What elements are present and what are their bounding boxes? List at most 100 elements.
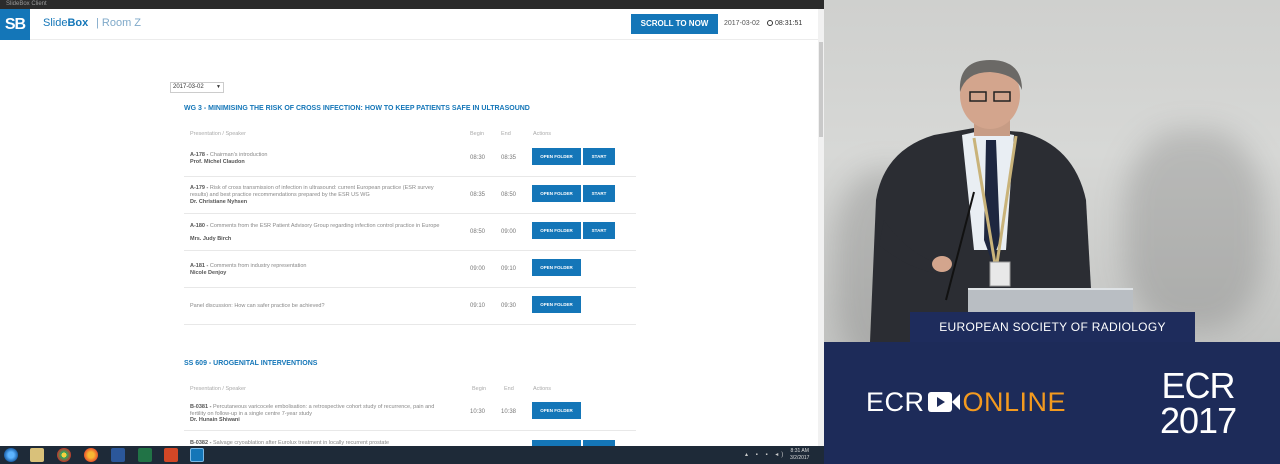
open-folder-button[interactable]: OPEN FOLDER (532, 222, 581, 239)
powerpoint-icon[interactable] (164, 448, 178, 462)
column-header-begin: Begin (470, 131, 485, 137)
presentation-code: A-181 - (190, 263, 209, 269)
column-header-presentation: Presentation / Speaker (190, 131, 246, 137)
clock-icon (767, 20, 773, 26)
taskbar-clock[interactable]: 8:31 AM 3/2/2017 (790, 448, 809, 462)
table-row: B-0382 - Salvage cryoablation after Euro… (184, 431, 636, 446)
brand-online: ONLINE (962, 387, 1067, 417)
speaker-name: Mrs. Judy Birch (190, 236, 232, 242)
column-header-begin: Begin (472, 386, 487, 392)
start-button[interactable]: START (583, 148, 615, 165)
date-select[interactable]: 2017-03-02 ▼ (170, 82, 224, 93)
podium-label: EUROPEAN SOCIETY OF RADIOLOGY (939, 320, 1166, 334)
video-camera-icon (927, 392, 960, 412)
session-title: WG 3 - MINIMISING THE RISK OF CROSS INFE… (184, 105, 530, 112)
presentation-name: Chairman's introduction (209, 152, 268, 158)
taskbar-time: 8:31 AM (790, 448, 809, 454)
end-time: 09:00 (501, 229, 517, 235)
end-time: 08:35 (501, 155, 517, 161)
table-row: Panel discussion: How can safer practice… (184, 288, 636, 325)
app-name-bold: Box (67, 17, 89, 29)
windows-taskbar: ▴ ▪ ▪ ◂) 8:31 AM 3/2/2017 (0, 446, 824, 464)
word-icon[interactable] (111, 448, 125, 462)
presentation-name: Risk of cross transmission of infection … (190, 185, 434, 198)
start-button[interactable]: START (583, 222, 615, 239)
slidebox-logo: SB (0, 9, 30, 40)
begin-time: 08:50 (470, 229, 486, 235)
header-time: 08:31:51 (767, 20, 802, 27)
laptop (968, 288, 1133, 312)
scrollbar-thumb[interactable] (819, 42, 823, 137)
date-select-value: 2017-03-02 (173, 84, 204, 90)
open-folder-button[interactable]: OPEN FOLDER (532, 402, 581, 419)
taskbar-date: 3/2/2017 (790, 455, 810, 461)
speaker-name: Nicole Denjoy (190, 270, 227, 276)
year-logo-bottom: 2017 (1160, 400, 1237, 441)
system-tray[interactable]: ▴ ▪ ▪ ◂) (745, 451, 786, 458)
presentation-name: Panel discussion: How can safer practice… (190, 303, 325, 309)
presentation-name: Percutaneous varicocele embolisation: a … (190, 404, 435, 417)
begin-time: 09:00 (470, 266, 486, 272)
column-header-end: End (504, 386, 514, 392)
app-name-prefix: Slide (43, 17, 68, 29)
app-name: SlideBox (43, 17, 88, 29)
column-header-presentation: Presentation / Speaker (190, 386, 246, 392)
header-time-value: 08:31:51 (775, 20, 803, 27)
app-header: SB SlideBox | Room Z SCROLL TO NOW 2017-… (0, 9, 818, 40)
end-time: 10:38 (501, 409, 517, 415)
open-folder-button[interactable]: OPEN FOLDER (532, 185, 581, 202)
column-header-actions: Actions (533, 131, 552, 137)
chevron-down-icon: ▼ (216, 84, 221, 90)
table-row: A-180 - Comments from the ESR Patient Ad… (184, 214, 636, 251)
firefox-icon[interactable] (84, 448, 98, 462)
end-time: 08:50 (501, 192, 517, 198)
session-title: SS 609 - UROGENITAL INTERVENTIONS (184, 360, 318, 367)
ecr-2017-logo: ECR 2017 (1160, 365, 1237, 441)
ecr-online-logo: ECR ONLINE (866, 387, 1066, 418)
window-title: SlideBox Client (6, 1, 47, 7)
presentation-name: Comments from industry representation (209, 263, 307, 269)
presentation-title: A-180 - Comments from the ESR Patient Ad… (190, 223, 450, 230)
window-titlebar: SlideBox Client (0, 0, 824, 9)
end-time: 09:10 (501, 266, 517, 272)
presentation-title: A-179 - Risk of cross transmission of in… (190, 185, 450, 199)
presentation-title: A-181 - Comments from industry represent… (190, 263, 450, 270)
speaker-name: Prof. Michel Claudon (190, 159, 245, 165)
chrome-icon[interactable] (57, 448, 71, 462)
presentation-code: B-0381 - (190, 404, 212, 410)
file-explorer-icon[interactable] (30, 448, 44, 462)
presentation-code: A-178 - (190, 152, 209, 158)
year-logo-top: ECR (1161, 365, 1235, 406)
begin-time: 08:30 (470, 155, 486, 161)
scroll-to-now-button[interactable]: SCROLL TO NOW (631, 14, 718, 34)
table-row: A-179 - Risk of cross transmission of in… (184, 177, 636, 214)
brand-ecr: ECR (866, 387, 925, 417)
table-row: B-0381 - Percutaneous varicocele embolis… (184, 394, 636, 431)
presentation-name: Comments from the ESR Patient Advisory G… (209, 223, 440, 229)
room-label: | Room Z (96, 17, 142, 29)
start-button[interactable]: START (583, 185, 615, 202)
column-header-end: End (501, 131, 511, 137)
begin-time: 08:35 (470, 192, 486, 198)
excel-icon[interactable] (138, 448, 152, 462)
open-folder-button[interactable]: OPEN FOLDER (532, 148, 581, 165)
table-row: A-181 - Comments from industry represent… (184, 251, 636, 288)
presentation-code: A-180 - (190, 223, 209, 229)
slidebox-screen: SlideBox Client SB SlideBox | Room Z SCR… (0, 0, 824, 464)
begin-time: 09:10 (470, 303, 486, 309)
start-menu-icon[interactable] (4, 448, 18, 462)
column-header-actions: Actions (533, 386, 552, 392)
speaker-name: Dr. Hunain Shiwani (190, 417, 240, 423)
presentation-code: A-179 - (190, 185, 209, 191)
presentation-title: Panel discussion: How can safer practice… (190, 303, 450, 310)
slidebox-task-icon[interactable] (190, 448, 204, 462)
table-row: A-178 - Chairman's introduction Prof. Mi… (184, 140, 636, 177)
begin-time: 10:30 (470, 409, 486, 415)
speaker-name: Dr. Christiane Nyhsen (190, 199, 248, 205)
open-folder-button[interactable]: OPEN FOLDER (532, 259, 581, 276)
presentation-title: B-0381 - Percutaneous varicocele embolis… (190, 404, 450, 418)
header-date: 2017-03-02 (724, 20, 760, 27)
end-time: 09:30 (501, 303, 517, 309)
open-folder-button[interactable]: OPEN FOLDER (532, 296, 581, 313)
presentation-title: A-178 - Chairman's introduction (190, 152, 450, 159)
